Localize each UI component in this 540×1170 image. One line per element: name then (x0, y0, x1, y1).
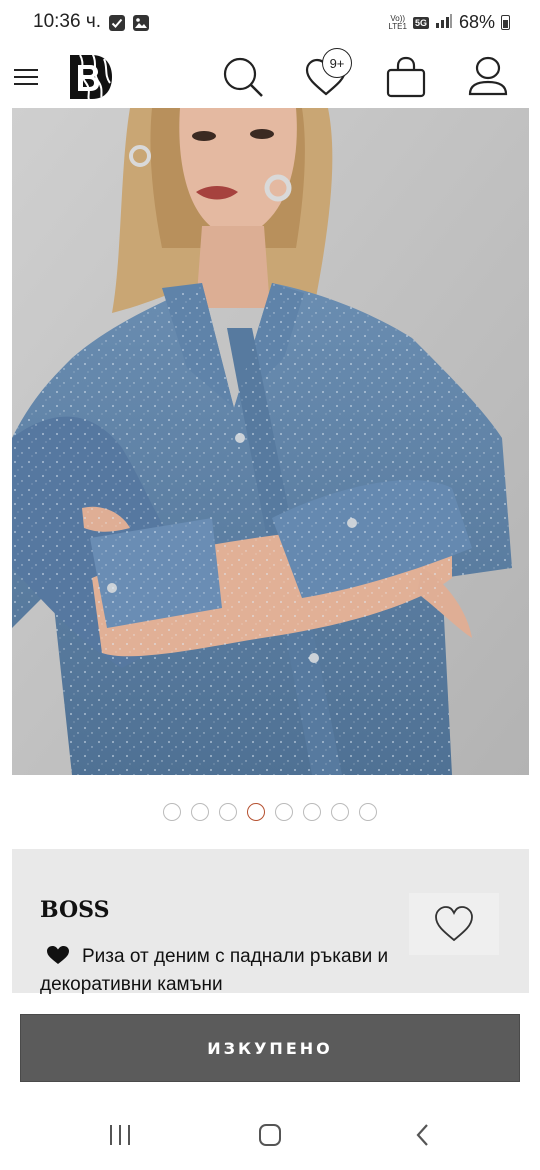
back-icon (416, 1124, 428, 1146)
search-button[interactable] (218, 46, 268, 108)
brand-logo[interactable] (62, 46, 118, 108)
gallery-dot[interactable] (303, 803, 321, 821)
product-title: Риза от деним с паднали ръкави и декорат… (40, 946, 389, 995)
menu-icon (14, 69, 38, 85)
home-button[interactable] (252, 1118, 288, 1152)
battery-icon (501, 15, 510, 30)
gallery-dot[interactable] (191, 803, 209, 821)
lte-label: LTE1 (388, 21, 407, 31)
menu-button[interactable] (8, 46, 44, 108)
recents-icon (110, 1125, 130, 1145)
product-brand[interactable]: BOSS (40, 897, 109, 923)
gallery-dot-active[interactable] (247, 803, 265, 821)
gallery-dot[interactable] (331, 803, 349, 821)
system-nav-bar (0, 1100, 540, 1170)
checkbox-icon (109, 15, 125, 31)
cart-button[interactable] (382, 46, 430, 108)
back-button[interactable] (405, 1118, 441, 1152)
user-icon (468, 56, 508, 96)
product-info-card: BOSS Риза от деним с паднали ръкави и де… (12, 849, 529, 995)
image-icon (133, 15, 149, 31)
5g-badge: 5G (412, 16, 429, 29)
bag-icon (386, 56, 426, 98)
heart-outline-icon (435, 906, 473, 942)
status-time: 10:36 ч. (33, 11, 102, 32)
home-icon (259, 1124, 281, 1146)
heart-filled-icon (47, 946, 69, 964)
search-icon (223, 57, 263, 97)
gallery-dot[interactable] (275, 803, 293, 821)
add-to-favorites-button[interactable] (409, 893, 499, 955)
signal-icon (435, 13, 453, 33)
gallery-dot[interactable] (163, 803, 181, 821)
gallery-dot[interactable] (219, 803, 237, 821)
product-title-row: Риза от деним с паднали ръкави и декорат… (40, 943, 410, 999)
account-button[interactable] (464, 46, 512, 108)
recents-button[interactable] (102, 1118, 138, 1152)
battery-percent: 68% (458, 12, 495, 32)
wishlist-badge: 9+ (322, 48, 352, 78)
sold-out-button[interactable]: ИЗКУПЕНО (20, 1014, 520, 1082)
gallery-dot[interactable] (359, 803, 377, 821)
network-indicator: Vo)) LTE1 (388, 14, 407, 31)
status-bar: 10:36 ч. Vo)) LTE1 5G 68% (0, 0, 540, 46)
app-header: 9+ (0, 46, 540, 108)
product-photo[interactable] (12, 108, 529, 775)
gallery-pagination (0, 803, 540, 821)
